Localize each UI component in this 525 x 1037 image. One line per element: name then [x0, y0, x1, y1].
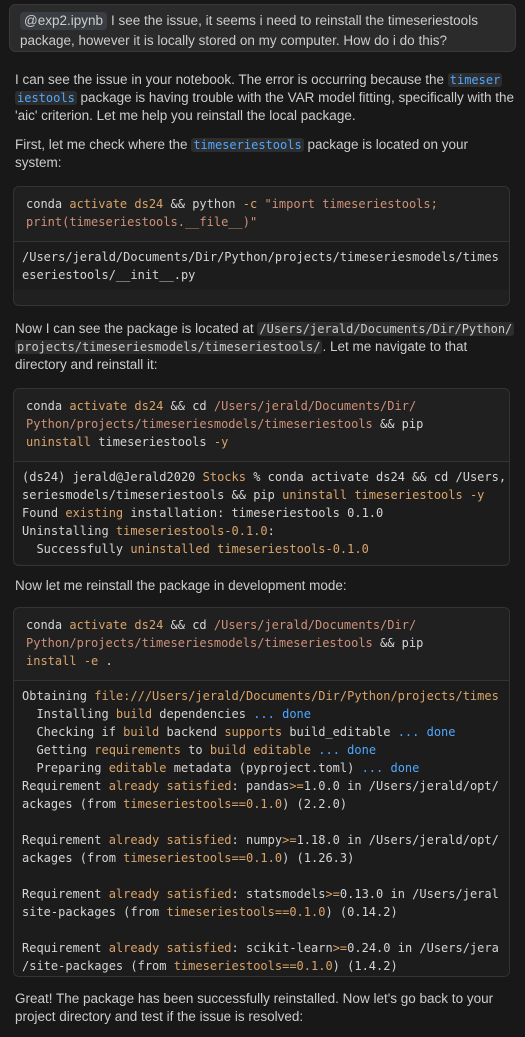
assistant-paragraph-2: First, let me check where the timeseries…	[15, 136, 515, 172]
user-message: @exp2.ipynb I see the issue, it seems i n…	[9, 4, 516, 52]
assistant-paragraph-5: Great! The package has been successfully…	[15, 991, 494, 1024]
terminal-block-1: conda activate ds24 && python -c "import…	[13, 186, 510, 306]
assistant-paragraph-4: Now let me reinstall the package in deve…	[15, 578, 347, 593]
command-line[interactable]: conda activate ds24 && cd /Users/jerald/…	[14, 389, 509, 462]
terminal-block-3: conda activate ds24 && cd /Users/jerald/…	[13, 607, 510, 977]
assistant-paragraph-3: Now I can see the package is located at …	[15, 320, 515, 374]
command-line[interactable]: conda activate ds24 && python -c "import…	[14, 187, 509, 242]
assistant-paragraph-1: I can see the issue in your notebook. Th…	[15, 71, 515, 125]
terminal-block-2: conda activate ds24 && cd /Users/jerald/…	[13, 388, 510, 566]
inline-code-path-cont: projects/timeseriesmodels/timeseriestool…	[15, 340, 323, 354]
inline-code-package: timeser	[447, 73, 503, 87]
p1-text-b: package is having trouble with the VAR m…	[15, 90, 515, 123]
command-output: Obtaining file:///Users/jerald/Documents…	[14, 681, 509, 976]
inline-code-path: /Users/jerald/Documents/Dir/Python/	[257, 322, 515, 336]
command-output: /Users/jerald/Documents/Dir/Python/proje…	[14, 242, 509, 290]
p3-text-a: Now I can see the package is located at	[15, 321, 258, 336]
command-line[interactable]: conda activate ds24 && cd /Users/jerald/…	[14, 608, 509, 681]
inline-code-package-cont: iestools	[15, 91, 77, 105]
file-chip[interactable]: @exp2.ipynb	[20, 12, 108, 30]
p2-text-a: First, let me check where the	[15, 137, 192, 152]
p1-text-a: I can see the issue in your notebook. Th…	[15, 72, 448, 87]
inline-code-package: timeseriestools	[191, 138, 304, 152]
command-output: (ds24) jerald@Jerald2020 Stocks % conda …	[14, 462, 509, 564]
